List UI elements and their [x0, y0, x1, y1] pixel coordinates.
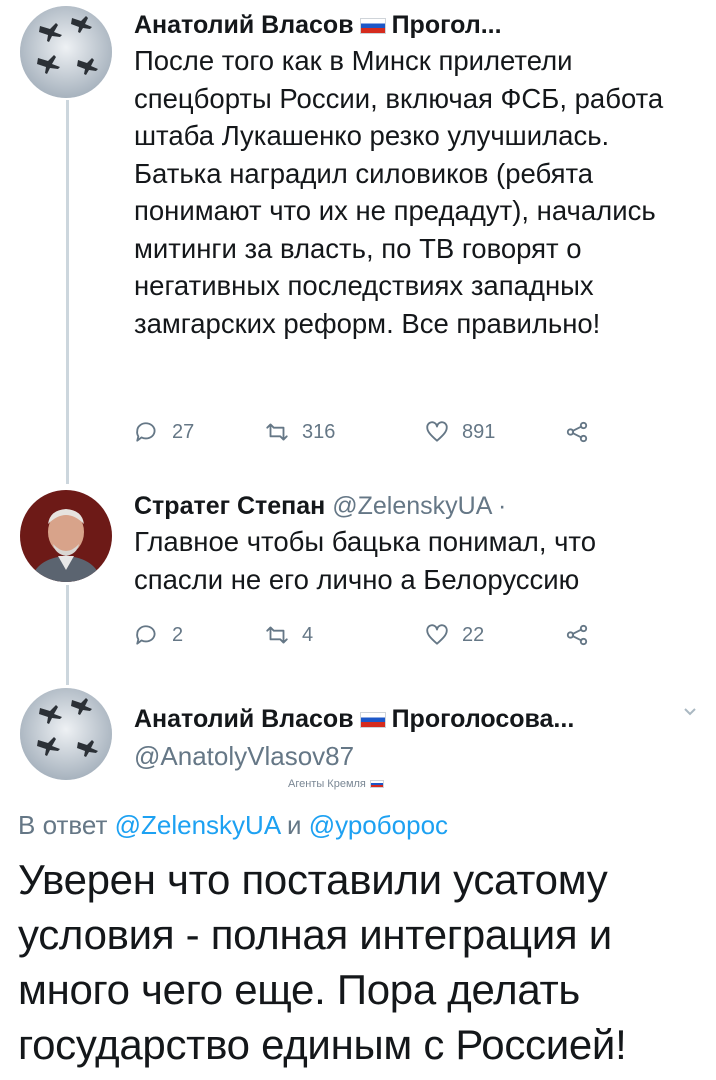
watermark-text: Агенты Кремля	[288, 778, 366, 790]
retweet-count: 316	[302, 420, 336, 443]
avatar[interactable]	[20, 490, 112, 582]
thread-line	[66, 585, 69, 685]
reply-button[interactable]: 27	[134, 419, 264, 445]
author-name-suffix: Проголосова...	[391, 705, 575, 733]
share-button[interactable]	[564, 419, 590, 445]
main-tweet-text: Уверен что поставили усатому условия - п…	[18, 856, 627, 1068]
tweet-text: Главное чтобы бацька понимал, что спасли…	[134, 526, 597, 595]
avatar[interactable]	[20, 688, 112, 780]
reply-count: 27	[172, 420, 195, 443]
like-count: 22	[462, 623, 485, 646]
reply-and: и	[286, 810, 302, 840]
author-handle[interactable]: @AnatolyVlasov87	[134, 740, 656, 772]
reply-count: 2	[172, 623, 184, 646]
tweet-header: Стратег Степан @ZelenskyUA ·	[134, 491, 692, 521]
author-name[interactable]: Стратег Степан	[134, 492, 325, 520]
like-icon	[426, 624, 448, 645]
tweet-header: Анатолий Власов Прогол...	[134, 10, 692, 40]
tweet-actions: 2 4 22	[134, 622, 590, 648]
chevron-down-icon	[684, 708, 696, 716]
author-name-suffix: Прогол...	[391, 11, 502, 39]
retweet-icon	[266, 423, 288, 441]
retweet-icon	[266, 626, 288, 644]
separator-dot: ·	[497, 492, 507, 520]
tweet-text: После того как в Минск прилетели спецбор…	[134, 45, 664, 339]
thread-line	[66, 100, 69, 484]
reply-prefix: В ответ	[18, 810, 108, 840]
avatar[interactable]	[20, 6, 112, 98]
retweet-button[interactable]: 4	[264, 622, 424, 648]
more-options-button[interactable]	[682, 704, 698, 720]
jets-avatar-image	[20, 688, 112, 780]
reply-to-line: В ответ @ZelenskyUA и @уроборос	[18, 810, 448, 841]
tweet-2[interactable]: Стратег Степан @ZelenskyUA · Главное что…	[134, 491, 692, 598]
like-count: 891	[462, 420, 496, 443]
main-tweet-header[interactable]: Анатолий Власов Проголосова... @AnatolyVl…	[134, 704, 656, 772]
tweet-1[interactable]: Анатолий Власов Прогол... После того как …	[134, 10, 692, 342]
share-icon	[566, 421, 588, 443]
reply-user-link[interactable]: @уроборос	[309, 810, 448, 840]
russia-flag-icon	[369, 780, 384, 788]
reply-button[interactable]: 2	[134, 622, 264, 648]
russia-flag-icon	[359, 712, 386, 728]
retweet-button[interactable]: 316	[264, 419, 424, 445]
share-icon	[566, 624, 588, 646]
author-handle[interactable]: @ZelenskyUA	[332, 492, 491, 520]
like-button[interactable]: 22	[424, 622, 564, 648]
reply-icon	[136, 625, 156, 645]
share-button[interactable]	[564, 622, 590, 648]
reply-icon	[136, 422, 156, 442]
russia-flag-icon	[359, 18, 386, 34]
author-name[interactable]: Анатолий Власов	[134, 11, 354, 39]
man-avatar-image	[20, 490, 112, 582]
author-name[interactable]: Анатолий Власов	[134, 705, 354, 733]
like-icon	[426, 421, 448, 442]
jets-avatar-image	[20, 6, 112, 98]
watermark: Агенты Кремля	[288, 778, 384, 790]
reply-user-link[interactable]: @ZelenskyUA	[115, 810, 280, 840]
retweet-count: 4	[302, 623, 314, 646]
like-button[interactable]: 891	[424, 419, 564, 445]
tweet-actions: 27 316 891	[134, 419, 590, 445]
tweet-header: Анатолий Власов Проголосова...	[134, 704, 656, 734]
